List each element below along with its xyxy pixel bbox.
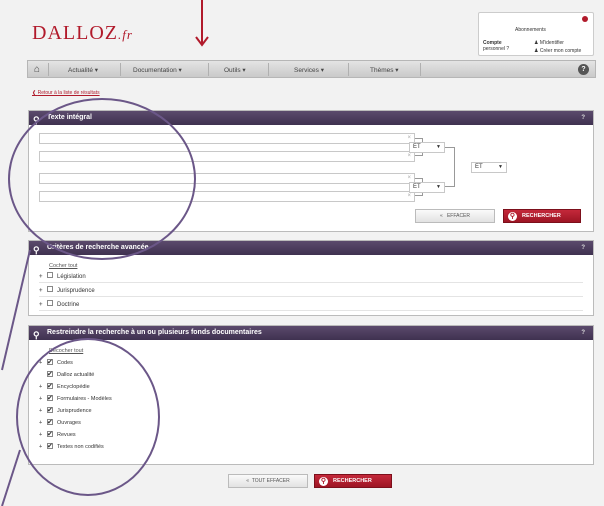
help-icon[interactable]: ? (581, 326, 585, 340)
checkbox[interactable] (47, 286, 53, 293)
clear-icon[interactable]: × (407, 153, 411, 159)
expand-icon[interactable]: + (39, 299, 47, 311)
operator-select-2[interactable]: ET ▼ (471, 162, 507, 173)
clear-icon[interactable]: × (407, 175, 411, 181)
back-to-results-link[interactable]: ❰ Retour à la liste de résultats (32, 90, 100, 96)
list-item[interactable]: +Jurisprudence (39, 285, 583, 297)
nav-divider (348, 63, 349, 76)
panel-title: Restreindre la recherche à un ou plusieu… (47, 329, 262, 336)
operator-select-1[interactable]: ET ▼ (409, 142, 445, 153)
rechercher-button[interactable]: ⚲ RECHERCHER (503, 209, 581, 223)
page: DALLOZ.fr Abonnements Compte personnel ?… (0, 0, 604, 506)
bracket (445, 147, 455, 187)
personnel-label: personnel ? (483, 46, 510, 52)
annotation-arrow (195, 0, 209, 47)
clear-icon[interactable]: × (407, 135, 411, 141)
nav-item-themes[interactable]: Thèmes ▾ (370, 66, 399, 74)
home-icon[interactable]: ⌂ (34, 64, 40, 75)
nav-divider (420, 63, 421, 76)
login-link[interactable]: ♟ M'identifier (534, 40, 564, 46)
expand-icon[interactable]: + (39, 285, 47, 297)
help-icon[interactable]: ? (581, 111, 585, 125)
expand-icon[interactable]: + (39, 271, 47, 283)
effacer-button[interactable]: « EFFACER (415, 209, 495, 223)
annotation-line (1, 250, 31, 506)
nav-item-outils[interactable]: Outils ▾ (224, 66, 246, 74)
nav-divider (268, 63, 269, 76)
help-icon[interactable]: ? (578, 64, 589, 75)
checkbox[interactable] (47, 272, 53, 279)
nav-item-services[interactable]: Services ▾ (294, 66, 324, 74)
list-item[interactable]: + Législation (39, 271, 583, 283)
list-item[interactable]: + Doctrine (39, 299, 583, 311)
search-icon: ⚲ (319, 477, 328, 486)
account-box: Abonnements Compte personnel ? ♟ M'ident… (478, 12, 594, 56)
nav-divider (208, 63, 209, 76)
power-icon[interactable] (582, 16, 588, 22)
rechercher-bottom-button[interactable]: ⚲ RECHERCHER (314, 474, 392, 488)
create-account-link[interactable]: ♟ Créer mon compte (534, 48, 581, 54)
clear-icon[interactable]: × (407, 193, 411, 199)
abonnements-link[interactable]: Abonnements (515, 27, 546, 33)
dalloz-logo[interactable]: DALLOZ.fr (32, 22, 133, 45)
fonds-header[interactable]: ⚲ Restreindre la recherche à un ou plusi… (29, 326, 593, 340)
nav-divider (120, 63, 121, 76)
annotation-circle (8, 98, 196, 260)
operator-select-3[interactable]: ET ▼ (409, 182, 445, 193)
search-icon: ⚲ (508, 212, 517, 221)
nav-divider (48, 63, 49, 76)
nav-item-actualite[interactable]: Actualité ▾ (68, 66, 98, 74)
main-nav: ⌂ Actualité ▾ Documentation ▾ Outils ▾ S… (27, 60, 596, 78)
tout-effacer-button[interactable]: « TOUT EFFACER (228, 474, 308, 488)
cocher-tout-link[interactable]: Cocher tout (49, 263, 77, 269)
checkbox[interactable] (47, 300, 53, 307)
help-icon[interactable]: ? (581, 241, 585, 255)
nav-item-documentation[interactable]: Documentation ▾ (133, 66, 182, 74)
